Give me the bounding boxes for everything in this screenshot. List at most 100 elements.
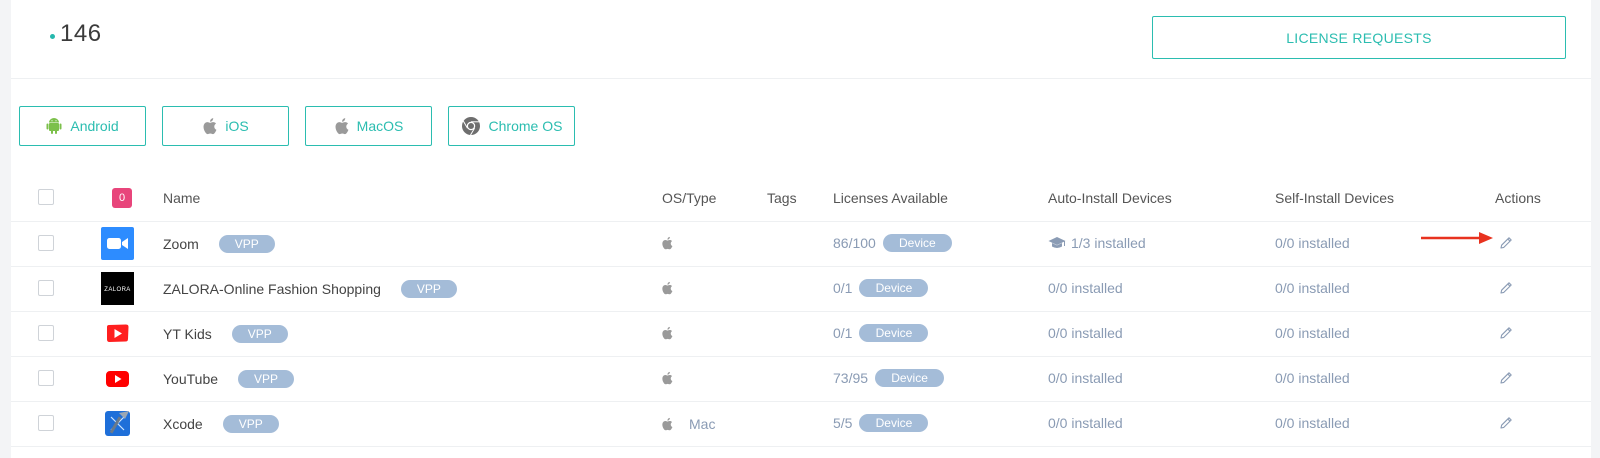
- edit-icon[interactable]: [1498, 370, 1514, 386]
- auto-install-text: 0/0 installed: [1048, 415, 1123, 431]
- row-checkbox[interactable]: [38, 235, 54, 251]
- filter-android-label: Android: [70, 118, 119, 134]
- app-name: YouTube VPP: [163, 370, 295, 388]
- column-tags[interactable]: Tags: [767, 190, 797, 206]
- licenses-count: 0/1: [833, 325, 853, 341]
- license-type-badge: Device: [882, 234, 952, 252]
- licenses-cell: 0/1 Device: [833, 279, 929, 297]
- column-self-install[interactable]: Self-Install Devices: [1275, 190, 1394, 206]
- auto-install-text: 0/0 installed: [1048, 280, 1123, 296]
- filter-chromeos-label: Chrome OS: [488, 118, 563, 134]
- licenses-count: 0/1: [833, 280, 853, 296]
- graduation-cap-icon: [1048, 237, 1066, 248]
- os-type-cell: [661, 326, 689, 340]
- yt-kids-icon: [107, 324, 129, 342]
- filter-macos-button[interactable]: MacOS: [305, 106, 432, 146]
- table-row[interactable]: ZALORA ZALORA-Online Fashion Shopping VP…: [11, 266, 1591, 312]
- xcode-icon: [105, 411, 130, 436]
- app-name-text: YT Kids: [163, 326, 212, 342]
- table-row[interactable]: YouTube VPP 73/95 Device 0/0 installed 0…: [11, 356, 1591, 402]
- column-auto-install[interactable]: Auto-Install Devices: [1048, 190, 1172, 206]
- table-row[interactable]: Xcode VPP Mac 5/5 Device 0/0 installed 0…: [11, 401, 1591, 447]
- license-type-badge: Device: [875, 369, 945, 387]
- auto-install-text: 1/3 installed: [1071, 235, 1146, 251]
- auto-install-cell[interactable]: 0/0 installed: [1048, 325, 1123, 341]
- licenses-count: 73/95: [833, 370, 869, 386]
- android-icon: [46, 118, 62, 134]
- filter-chromeos-button[interactable]: Chrome OS: [448, 106, 575, 146]
- select-all-checkbox[interactable]: [38, 189, 54, 205]
- zoom-icon: [101, 227, 134, 260]
- edit-icon[interactable]: [1498, 325, 1514, 341]
- apple-icon: [662, 326, 673, 340]
- column-name[interactable]: Name: [163, 190, 200, 206]
- table-header: 0 Name OS/Type Tags Licenses Available A…: [11, 177, 1591, 222]
- panel-header: 146 LICENSE REQUESTS: [11, 0, 1591, 79]
- filter-ios-button[interactable]: iOS: [162, 106, 289, 146]
- licenses-count: 86/100: [833, 235, 876, 251]
- vpp-badge: VPP: [400, 280, 457, 298]
- zalora-logo-text: ZALORA: [104, 287, 130, 293]
- apple-icon: [203, 118, 217, 135]
- selected-count-badge: 0: [112, 188, 132, 208]
- annotation-arrow-icon: [1421, 232, 1493, 244]
- license-type-badge: Device: [859, 414, 929, 432]
- apps-panel: 146 LICENSE REQUESTS Android iOS MacOS C…: [11, 0, 1591, 458]
- auto-install-cell[interactable]: 0/0 installed: [1048, 280, 1123, 296]
- vpp-badge: VPP: [238, 370, 295, 388]
- license-type-badge: Device: [859, 279, 929, 297]
- table-row[interactable]: YT Kids VPP 0/1 Device 0/0 installed 0/0…: [11, 311, 1591, 357]
- licenses-cell: 0/1 Device: [833, 324, 929, 342]
- auto-install-text: 0/0 installed: [1048, 325, 1123, 341]
- license-type-badge: Device: [859, 324, 929, 342]
- license-requests-button[interactable]: LICENSE REQUESTS: [1152, 16, 1566, 59]
- filter-macos-label: MacOS: [356, 118, 404, 134]
- app-name: YT Kids VPP: [163, 325, 288, 343]
- filter-ios-label: iOS: [225, 118, 249, 134]
- edit-icon[interactable]: [1498, 415, 1514, 431]
- app-name: ZALORA-Online Fashion Shopping VPP: [163, 280, 457, 298]
- edit-icon[interactable]: [1498, 280, 1514, 296]
- row-checkbox[interactable]: [38, 280, 54, 296]
- os-type-cell: Mac: [661, 416, 715, 432]
- licenses-cell: 5/5 Device: [833, 414, 929, 432]
- column-actions: Actions: [1495, 190, 1541, 206]
- filter-android-button[interactable]: Android: [19, 106, 146, 146]
- auto-install-cell[interactable]: 0/0 installed: [1048, 370, 1123, 386]
- column-licenses-available[interactable]: Licenses Available: [833, 190, 948, 206]
- youtube-icon: [106, 371, 129, 387]
- edit-icon[interactable]: [1498, 235, 1514, 251]
- vpp-badge: VPP: [231, 325, 288, 343]
- self-install-text: 0/0 installed: [1275, 235, 1350, 251]
- apple-icon: [662, 281, 673, 295]
- app-name-text: Xcode: [163, 416, 203, 432]
- zalora-icon: ZALORA: [101, 272, 134, 305]
- app-name: Zoom VPP: [163, 235, 275, 253]
- row-checkbox[interactable]: [38, 325, 54, 341]
- auto-install-cell[interactable]: 0/0 installed: [1048, 415, 1123, 431]
- self-install-text: 0/0 installed: [1275, 280, 1350, 296]
- licenses-cell: 86/100 Device: [833, 234, 952, 252]
- vpp-badge: VPP: [222, 415, 279, 433]
- column-os-type[interactable]: OS/Type: [662, 190, 716, 206]
- auto-install-cell[interactable]: 1/3 installed: [1048, 235, 1146, 251]
- status-dot: [50, 34, 55, 39]
- licenses-cell: 73/95 Device: [833, 369, 945, 387]
- app-name: Xcode VPP: [163, 415, 279, 433]
- self-install-text: 0/0 installed: [1275, 325, 1350, 341]
- auto-install-text: 0/0 installed: [1048, 370, 1123, 386]
- app-name-text: Zoom: [163, 236, 199, 252]
- row-checkbox[interactable]: [38, 415, 54, 431]
- os-type-cell: [661, 236, 689, 250]
- licenses-count: 5/5: [833, 415, 853, 431]
- os-label: Mac: [689, 416, 716, 432]
- os-type-cell: [661, 371, 689, 385]
- apple-icon: [662, 371, 673, 385]
- apple-icon: [335, 118, 349, 135]
- apple-icon: [662, 236, 673, 250]
- apple-icon: [662, 417, 673, 431]
- table-row[interactable]: Zoom VPP 86/100 Device 1/3 installed 0/0…: [11, 221, 1591, 267]
- app-name-text: ZALORA-Online Fashion Shopping: [163, 281, 381, 297]
- os-type-cell: [661, 281, 689, 295]
- row-checkbox[interactable]: [38, 370, 54, 386]
